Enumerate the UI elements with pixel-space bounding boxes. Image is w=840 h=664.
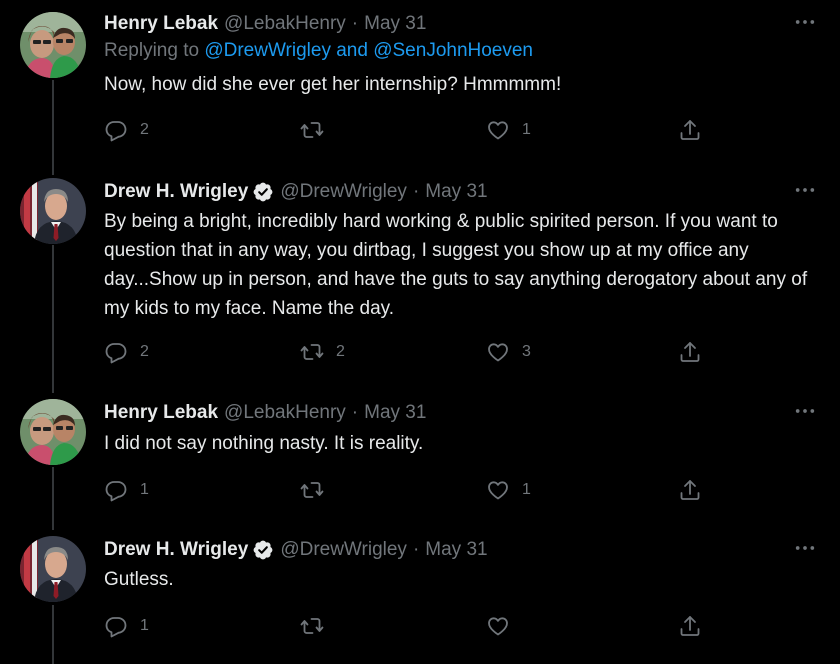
more-icon[interactable] — [792, 180, 818, 200]
tweet-header: Drew H. Wrigley @DrewWrigley · May 31 — [104, 178, 488, 206]
share-icon — [678, 340, 702, 364]
reply-button[interactable]: 2 — [104, 116, 149, 144]
user-handle[interactable]: @DrewWrigley — [280, 181, 407, 203]
like-button[interactable]: 1 — [486, 116, 531, 144]
tweet-header: Henry Lebak @LebakHenry · May 31 — [104, 10, 426, 38]
separator: · — [412, 539, 420, 560]
user-handle[interactable]: @LebakHenry — [224, 402, 346, 424]
retweet-button[interactable] — [300, 612, 336, 640]
verified-badge-icon — [252, 539, 274, 561]
reply-icon — [104, 340, 128, 364]
like-button[interactable]: 1 — [486, 476, 531, 504]
retweet-button[interactable]: 2 — [300, 338, 345, 366]
avatar[interactable] — [20, 12, 86, 78]
reply-icon — [104, 118, 128, 142]
like-button[interactable] — [486, 612, 522, 640]
verified-badge-icon — [252, 181, 274, 203]
display-name[interactable]: Drew H. Wrigley — [104, 181, 248, 203]
reply-count: 1 — [140, 617, 149, 634]
reply-button[interactable]: 1 — [104, 476, 149, 504]
tweet-actions: 1 — [104, 612, 714, 640]
reply-icon — [104, 478, 128, 502]
tweet-text: Gutless. — [104, 569, 174, 590]
tweet-text: I did not say nothing nasty. It is reali… — [104, 433, 424, 454]
separator: · — [351, 402, 359, 423]
avatar[interactable] — [20, 399, 86, 465]
display-name[interactable]: Henry Lebak — [104, 13, 218, 35]
more-icon[interactable] — [792, 401, 818, 421]
user-handle[interactable]: @LebakHenry — [224, 13, 346, 35]
display-name[interactable]: Drew H. Wrigley — [104, 539, 248, 561]
user-handle[interactable]: @DrewWrigley — [280, 539, 407, 561]
tweet-date[interactable]: May 31 — [364, 402, 426, 424]
more-icon[interactable] — [792, 538, 818, 558]
heart-icon — [486, 118, 510, 142]
retweet-icon — [300, 478, 324, 502]
replying-to: Replying to @DrewWrigley and @SenJohnHoe… — [104, 40, 533, 62]
tweet-actions: 2 1 — [104, 116, 714, 144]
like-button[interactable]: 3 — [486, 338, 531, 366]
reply-count: 1 — [140, 481, 149, 498]
tweet[interactable]: Henry Lebak @LebakHenry · May 31 I did n… — [0, 399, 840, 514]
reply-button[interactable]: 2 — [104, 338, 149, 366]
tweet-actions: 1 1 — [104, 476, 714, 504]
retweet-icon — [300, 118, 324, 142]
separator: · — [412, 181, 420, 202]
replying-to-mentions[interactable]: @DrewWrigley and @SenJohnHoeven — [204, 40, 533, 61]
tweet-date[interactable]: May 31 — [425, 539, 487, 561]
tweet-date[interactable]: May 31 — [364, 13, 426, 35]
reply-count: 2 — [140, 343, 149, 360]
display-name[interactable]: Henry Lebak — [104, 402, 218, 424]
reply-count: 2 — [140, 121, 149, 138]
like-count: 3 — [522, 343, 531, 360]
like-count: 1 — [522, 121, 531, 138]
tweet[interactable]: Drew H. Wrigley @DrewWrigley · May 31 Gu… — [0, 536, 840, 656]
retweet-button[interactable] — [300, 116, 336, 144]
more-icon[interactable] — [792, 12, 818, 32]
tweet-date[interactable]: May 31 — [425, 181, 487, 203]
retweet-count: 2 — [336, 343, 345, 360]
tweet-text: Now, how did she ever get her internship… — [104, 74, 562, 95]
heart-icon — [486, 340, 510, 364]
share-button[interactable] — [678, 116, 702, 144]
retweet-icon — [300, 614, 324, 638]
share-button[interactable] — [678, 612, 702, 640]
tweet-header: Drew H. Wrigley @DrewWrigley · May 31 — [104, 536, 488, 564]
tweet[interactable]: Drew H. Wrigley @DrewWrigley · May 31 By… — [0, 178, 840, 388]
retweet-icon — [300, 340, 324, 364]
share-icon — [678, 614, 702, 638]
share-icon — [678, 118, 702, 142]
avatar[interactable] — [20, 178, 86, 244]
retweet-button[interactable] — [300, 476, 336, 504]
avatar[interactable] — [20, 536, 86, 602]
replying-to-label: Replying to — [104, 40, 200, 61]
tweet-text: By being a bright, incredibly hard worki… — [104, 211, 808, 319]
tweet-header: Henry Lebak @LebakHenry · May 31 — [104, 399, 426, 427]
reply-button[interactable]: 1 — [104, 612, 149, 640]
share-icon — [678, 478, 702, 502]
share-button[interactable] — [678, 338, 702, 366]
share-button[interactable] — [678, 476, 702, 504]
tweet[interactable]: Henry Lebak @LebakHenry · May 31 Replyin… — [0, 10, 840, 160]
heart-icon — [486, 478, 510, 502]
reply-icon — [104, 614, 128, 638]
heart-icon — [486, 614, 510, 638]
tweet-actions: 2 2 3 — [104, 338, 714, 366]
like-count: 1 — [522, 481, 531, 498]
separator: · — [351, 13, 359, 34]
